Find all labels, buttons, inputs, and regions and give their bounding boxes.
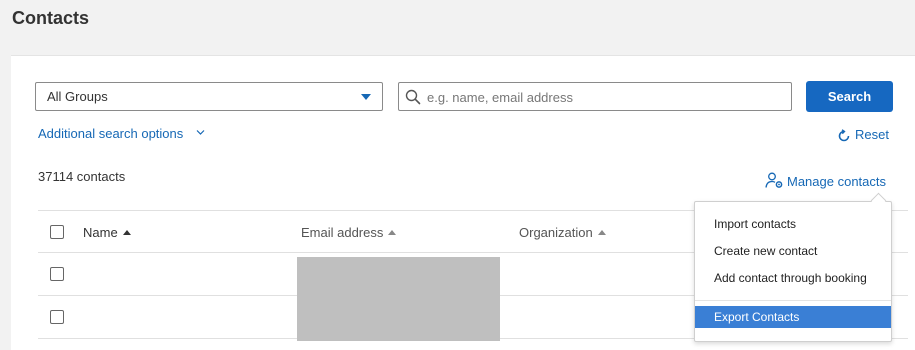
caret-down-icon <box>361 94 371 100</box>
sort-ascending-icon <box>388 230 397 235</box>
column-header-label: Name <box>83 225 118 240</box>
search-icon <box>405 89 421 105</box>
row-checkbox[interactable] <box>50 310 64 324</box>
page-title: Contacts <box>12 8 90 28</box>
manage-contacts-button[interactable]: Manage contacts <box>787 174 886 189</box>
column-header-label: Organization <box>519 225 593 240</box>
reset-link[interactable]: Reset <box>855 127 889 142</box>
menu-item-export-contacts[interactable]: Export Contacts <box>695 306 891 328</box>
search-button[interactable]: Search <box>806 81 893 112</box>
column-header-email[interactable]: Email address <box>301 225 397 240</box>
additional-search-options-link[interactable]: Additional search options <box>38 126 183 141</box>
menu-divider <box>695 300 891 301</box>
manage-contacts-menu: Import contacts Create new contact Add c… <box>694 201 892 342</box>
row-checkbox[interactable] <box>50 267 64 281</box>
contacts-count: 37114 contacts <box>38 169 126 184</box>
redacted-email-cells <box>297 257 500 341</box>
group-select-value: All Groups <box>47 89 108 104</box>
menu-item-create-new-contact[interactable]: Create new contact <box>695 240 891 262</box>
select-all-checkbox[interactable] <box>50 225 64 239</box>
column-header-organization[interactable]: Organization <box>519 225 606 240</box>
column-header-label: Email address <box>301 225 384 240</box>
group-select[interactable]: All Groups <box>35 82 383 111</box>
chevron-down-icon[interactable] <box>196 129 205 136</box>
search-input[interactable] <box>427 87 787 107</box>
manage-contacts-icon[interactable] <box>765 172 784 189</box>
menu-item-add-contact-through-booking[interactable]: Add contact through booking <box>695 267 891 289</box>
sort-ascending-icon <box>597 230 606 235</box>
menu-item-import-contacts[interactable]: Import contacts <box>695 213 891 235</box>
sort-ascending-icon <box>122 230 131 235</box>
reset-icon[interactable] <box>837 129 851 143</box>
search-box[interactable] <box>398 82 792 111</box>
column-header-name[interactable]: Name <box>83 225 131 240</box>
